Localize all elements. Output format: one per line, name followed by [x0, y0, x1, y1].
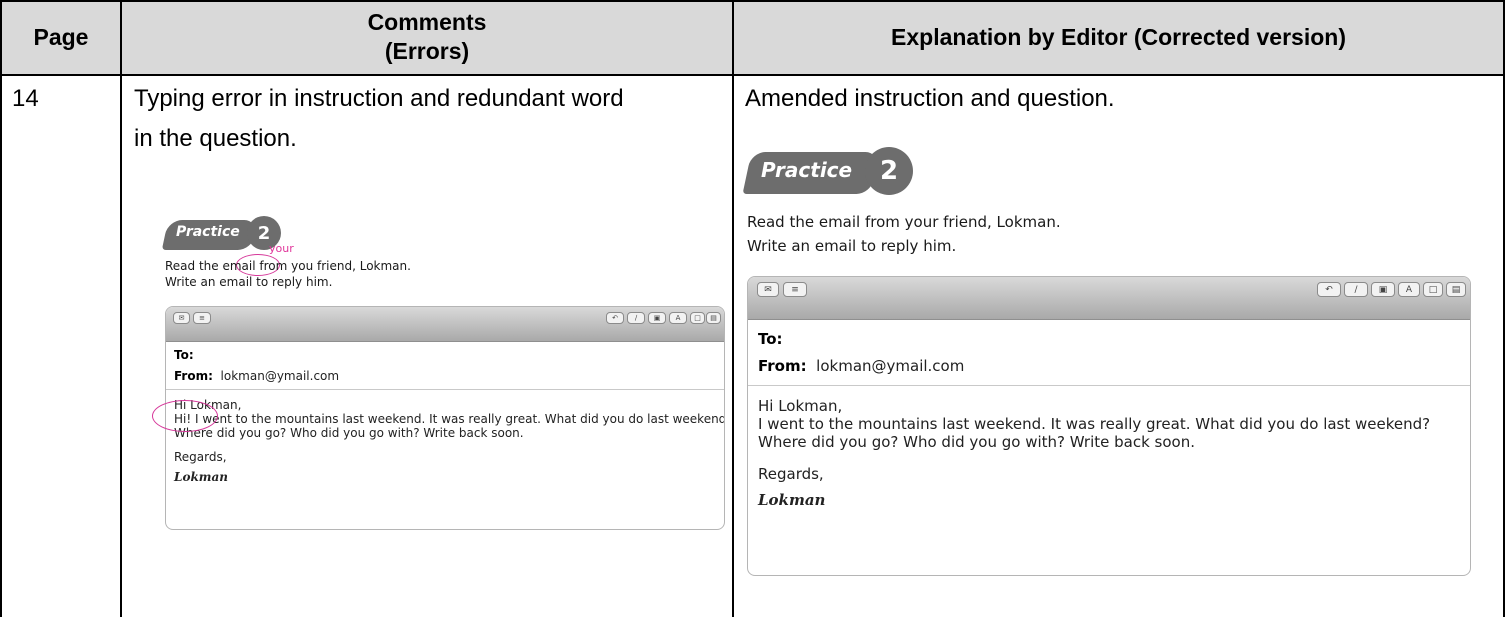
email-body-original: Hi Lokman, Hi! I went to the mountains l…	[174, 398, 725, 484]
column-divider-2	[732, 0, 734, 617]
email-toolbar: ✉ ≡ ↶ ∕ ▣ A □ ▤	[748, 277, 1470, 320]
correction-annotation: your	[269, 242, 294, 255]
practice-badge-corrected: Practice 2	[742, 144, 917, 200]
email-from-row: From: lokman@ymail.com	[758, 357, 964, 375]
table-header-divider	[0, 74, 1505, 76]
list-icon[interactable]: ≡	[783, 282, 807, 297]
badge-word: Practice	[176, 224, 240, 240]
to-label: To:	[758, 330, 783, 348]
email-body-corrected: Hi Lokman, I went to the mountains last …	[758, 397, 1430, 509]
send-icon[interactable]: ✉	[173, 312, 190, 324]
body-line1: I went to the mountains last weekend. It…	[758, 415, 1431, 433]
greeting: Hi Lokman,	[174, 398, 242, 412]
signature: Lokman	[758, 491, 826, 509]
instr-part2: friend, Lokman.	[313, 259, 411, 273]
instr-part1: Read the email from	[165, 259, 292, 273]
regards: Regards,	[174, 450, 227, 464]
body-line2: Where did you go? Who did you go with? W…	[758, 433, 1195, 451]
corrected-instruction-line2: Write an email to reply him.	[747, 237, 957, 255]
window-icon[interactable]: □	[1423, 282, 1443, 297]
email-header-divider	[748, 385, 1470, 386]
column-divider-1	[120, 0, 122, 617]
header-page: Page	[2, 0, 120, 74]
photo-icon[interactable]: ▣	[648, 312, 666, 324]
attach-icon[interactable]: ∕	[627, 312, 645, 324]
note-icon[interactable]: ▤	[1446, 282, 1466, 297]
header-explanation-text: Explanation by Editor (Corrected version…	[891, 23, 1346, 50]
header-page-text: Page	[33, 23, 89, 50]
reply-icon[interactable]: ↶	[1317, 282, 1341, 297]
email-window-corrected: ✉ ≡ ↶ ∕ ▣ A □ ▤ To: From: lokman@ymail.c…	[747, 276, 1471, 576]
photo-icon[interactable]: ▣	[1371, 282, 1395, 297]
badge-number: 2	[865, 147, 913, 195]
body-line1: Hi! I went to the mountains last weekend…	[174, 412, 725, 426]
cell-explanation: Amended instruction and question.	[745, 85, 1115, 112]
instr-wrong-word: you	[291, 259, 314, 273]
original-instruction-line2: Write an email to reply him.	[165, 275, 333, 289]
email-to-row: To:	[174, 348, 194, 362]
error-circle-hi	[152, 400, 218, 432]
header-comments-line2: (Errors)	[384, 38, 470, 64]
signature: Lokman	[174, 470, 228, 484]
corrected-instruction: Read the email from your friend, Lokman.…	[747, 210, 1061, 258]
greeting: Hi Lokman,	[758, 397, 843, 415]
email-window-original: ✉ ≡ ↶ ∕ ▣ A □ ▤ To: From: lokman@ymail.c…	[165, 306, 725, 530]
table-left-border	[0, 0, 2, 617]
font-icon[interactable]: A	[669, 312, 687, 324]
body-line1-rest: I went to the mountains last weekend. It…	[191, 412, 725, 426]
comment-line-2: in the question.	[134, 125, 297, 152]
cell-comment: Typing error in instruction and redundan…	[134, 79, 724, 159]
attach-icon[interactable]: ∕	[1344, 282, 1368, 297]
note-icon[interactable]: ▤	[706, 312, 721, 324]
header-comments-line1: Comments	[367, 9, 487, 35]
window-icon[interactable]: □	[690, 312, 705, 324]
comment-line-1: Typing error in instruction and redundan…	[134, 85, 624, 112]
list-icon[interactable]: ≡	[193, 312, 211, 324]
reply-icon[interactable]: ↶	[606, 312, 624, 324]
from-value: lokman@ymail.com	[816, 357, 965, 375]
badge-word: Practice	[761, 158, 853, 182]
regards: Regards,	[758, 465, 824, 483]
email-toolbar: ✉ ≡ ↶ ∕ ▣ A □ ▤	[166, 307, 724, 342]
from-label: From:	[174, 369, 213, 383]
to-label: To:	[174, 348, 194, 362]
from-label: From:	[758, 357, 807, 375]
from-value: lokman@ymail.com	[220, 369, 340, 383]
body-line2: Where did you go? Who did you go with? W…	[174, 426, 524, 440]
corrected-instruction-line1: Read the email from your friend, Lokman.	[747, 213, 1061, 231]
font-icon[interactable]: A	[1398, 282, 1420, 297]
email-to-row: To:	[758, 330, 783, 348]
email-from-row: From: lokman@ymail.com	[174, 369, 339, 383]
original-instruction-line1: Read the email from you friend, Lokman.	[165, 258, 411, 274]
send-icon[interactable]: ✉	[757, 282, 779, 297]
cell-page-number: 14	[12, 85, 39, 112]
email-header-divider	[166, 389, 724, 390]
original-instruction: Read the email from you friend, Lokman. …	[165, 258, 411, 290]
header-comments: Comments (Errors)	[122, 0, 732, 74]
practice-badge-original: Practice 2	[161, 214, 285, 254]
header-explanation: Explanation by Editor (Corrected version…	[734, 0, 1503, 74]
